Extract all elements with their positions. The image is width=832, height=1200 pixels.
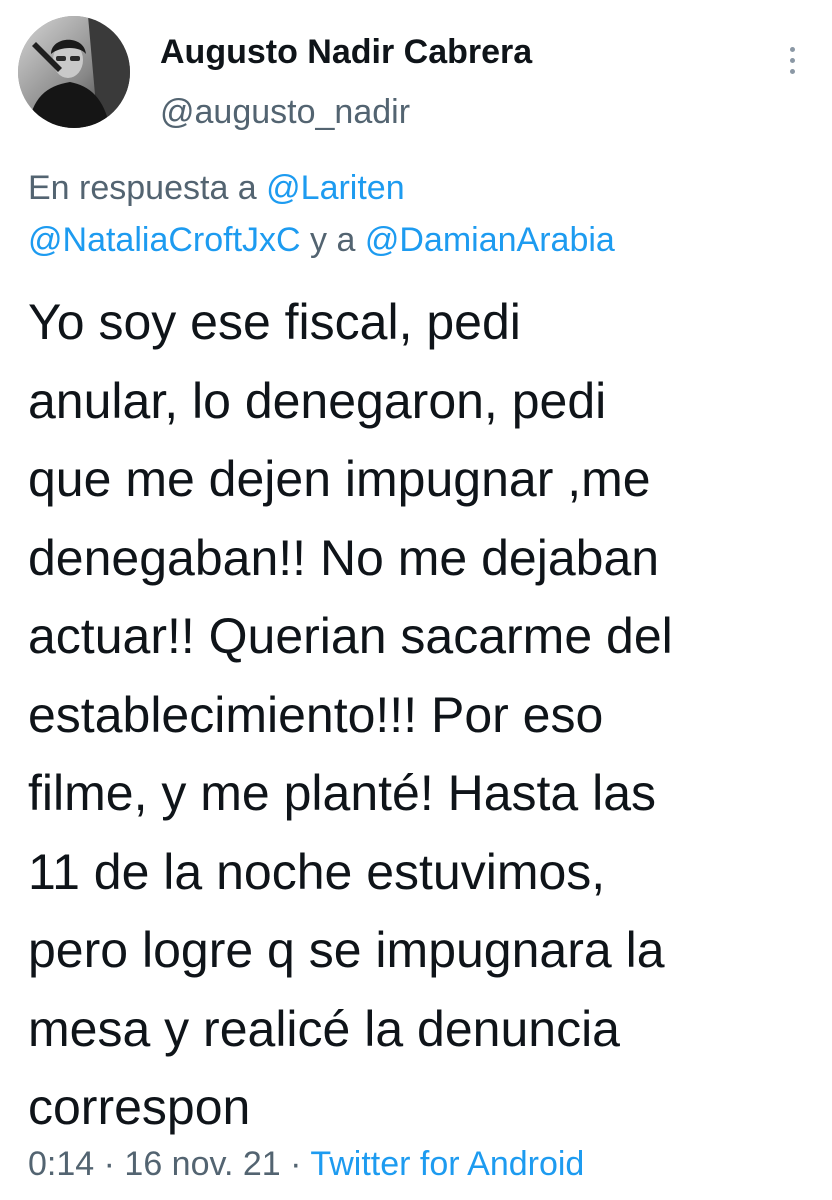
tweet-text-line: filme, y me planté! Hasta las [28, 765, 657, 821]
tweet-text-line: que me dejen impugnar ,me [28, 451, 651, 507]
meta-separator: · [103, 1145, 115, 1183]
author-handle[interactable]: @augusto_nadir [160, 90, 410, 134]
tweet-text-line: 11 de la noche estuvimos, [28, 843, 606, 900]
mention-link[interactable]: @Lariten [266, 169, 404, 207]
meta-separator: · [290, 1145, 302, 1183]
tweet-text-line: actuar!! Querian sacarme del [28, 608, 673, 664]
reply-connector: y a [310, 221, 356, 259]
tweet-text-line: anular, lo denegaron, pedi [28, 372, 607, 429]
reply-context: En respuesta a @Lariten @NataliaCroftJxC… [28, 162, 818, 266]
reply-prefix: En respuesta a [28, 169, 257, 207]
mention-link[interactable]: @DamianArabia [365, 221, 615, 259]
more-options-button[interactable] [778, 38, 806, 82]
tweet-metadata: 0:14 · 16 nov. 21 · Twitter for Android [28, 1140, 584, 1188]
more-vertical-icon-dot [789, 68, 795, 74]
more-vertical-icon [789, 46, 795, 52]
profile-photo-icon [18, 16, 130, 128]
more-vertical-icon-dot [789, 57, 795, 63]
tweet-text-line: denegaban!! No me dejaban [28, 529, 660, 586]
tweet-text-line: Yo soy ese fiscal, pedi [28, 294, 521, 350]
tweet-text-line: mesa y realicé la denuncia [28, 1000, 620, 1057]
avatar[interactable] [18, 16, 130, 128]
tweet-text: Yo soy ese fiscal, pedi anular, lo deneg… [28, 283, 828, 1147]
tweet-time[interactable]: 0:14 [28, 1145, 94, 1183]
tweet-date[interactable]: 16 nov. 21 [124, 1145, 280, 1183]
tweet-source-link[interactable]: Twitter for Android [310, 1145, 584, 1183]
tweet-text-line: pero logre q se impugnara la [28, 922, 665, 978]
mention-link[interactable]: @NataliaCroftJxC [28, 221, 301, 259]
tweet-text-line: establecimiento!!! Por eso [28, 686, 604, 743]
tweet-text-line: correspon [28, 1079, 251, 1135]
author-display-name[interactable]: Augusto Nadir Cabrera [160, 30, 532, 74]
